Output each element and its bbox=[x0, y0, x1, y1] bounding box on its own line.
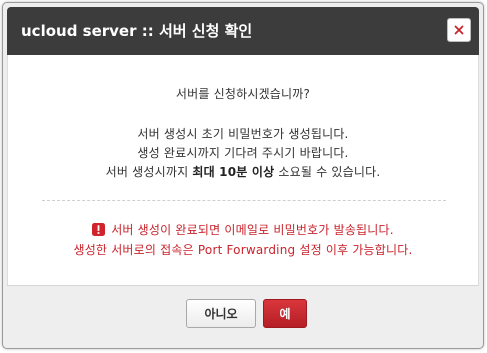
dialog-title: ucloud server :: 서버 신청 확인 bbox=[21, 22, 253, 40]
info-duration-prefix: 서버 생성시까지 bbox=[105, 165, 193, 179]
dialog-titlebar: ucloud server :: 서버 신청 확인 bbox=[7, 7, 479, 55]
info-line-password: 서버 생성시 초기 비밀번호가 생성됩니다. bbox=[137, 127, 349, 141]
warning-line-email: 서버 생성이 완료되면 이메일로 비밀번호가 발송됩니다. bbox=[8, 221, 478, 238]
dialog-footer: 아니오 예 bbox=[7, 285, 479, 341]
info-line-wait: 생성 완료시까지 기다려 주시기 바랍니다. bbox=[137, 146, 349, 160]
close-button[interactable] bbox=[447, 18, 471, 42]
info-duration-suffix: 소요될 수 있습니다. bbox=[274, 165, 381, 179]
info-duration-bold: 최대 10분 이상 bbox=[192, 165, 275, 179]
info-line-duration: 서버 생성시까지 최대 10분 이상 소요될 수 있습니다. bbox=[8, 163, 478, 180]
yes-button[interactable]: 예 bbox=[263, 299, 307, 328]
warning-line-port-forwarding: 생성한 서버로의 접속은 Port Forwarding 설정 이후 가능합니다… bbox=[73, 243, 413, 257]
section-divider bbox=[42, 200, 446, 201]
confirm-question: 서버를 신청하시겠습니까? bbox=[175, 87, 311, 101]
close-x-icon bbox=[454, 25, 464, 35]
exclamation-icon bbox=[92, 223, 106, 236]
no-button[interactable]: 아니오 bbox=[186, 299, 256, 328]
dialog-content: 서버를 신청하시겠습니까? 서버 생성시 초기 비밀번호가 생성됩니다. 생성 … bbox=[7, 55, 479, 285]
confirm-dialog: ucloud server :: 서버 신청 확인 서버를 신청하시겠습니까? … bbox=[2, 2, 484, 349]
warning-text-email: 서버 생성이 완료되면 이메일로 비밀번호가 발송됩니다. bbox=[111, 223, 394, 237]
